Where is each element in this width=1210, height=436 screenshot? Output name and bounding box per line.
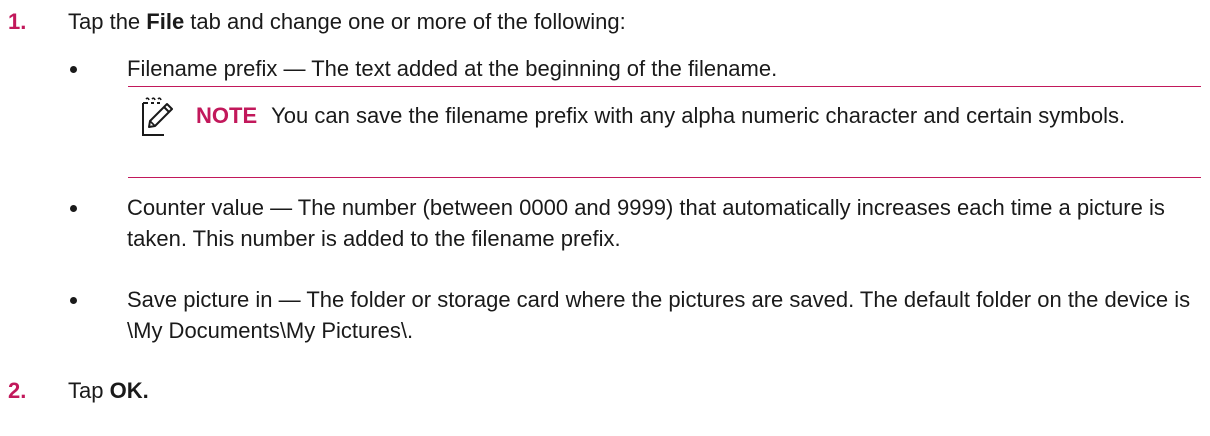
note-body: You can save the filename prefix with an… — [271, 103, 1126, 128]
bullet-dot — [70, 297, 77, 304]
step-text-bold: File — [146, 9, 185, 34]
bullet-text: Filename prefix — The text added at the … — [127, 56, 778, 81]
step-text-after: tab and change one or more of the follow… — [184, 9, 626, 34]
step-text-before: Tap the — [68, 9, 147, 34]
note-text-block: NOTE You can save the filename prefix wit… — [146, 100, 1193, 131]
note-label: NOTE — [196, 103, 258, 128]
step-number: 2. — [8, 378, 27, 403]
bullet-text: Counter value — The number (between 0000… — [127, 195, 1165, 251]
step-text-before: Tap — [68, 378, 110, 403]
bullet-text: Save picture in — The folder or storage … — [127, 287, 1191, 343]
step-text: Tap the File tab and change one or more … — [68, 6, 626, 37]
step-text-bold: OK. — [109, 378, 149, 403]
step-number: 1. — [8, 9, 27, 34]
bullet-dot — [70, 205, 77, 212]
bullet-dot — [70, 66, 77, 73]
note-box: NOTE You can save the filename prefix wit… — [128, 86, 1201, 178]
step-text: Tap OK. — [68, 375, 149, 406]
